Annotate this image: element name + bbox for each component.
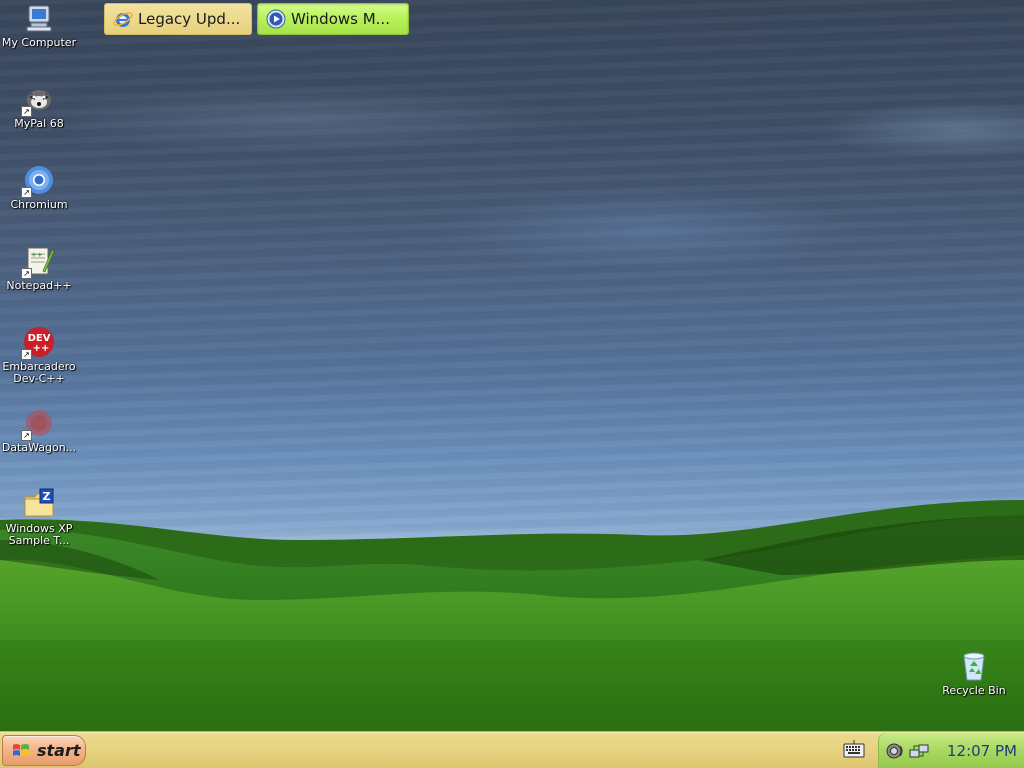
taskbar: start: [0, 731, 1024, 768]
dev-cpp-icon: DEV ++ ↗: [21, 326, 55, 360]
wallpaper-hills: [0, 500, 1024, 731]
icon-label: Embarcadero Dev-C++: [2, 360, 76, 385]
taskbar-button-windows-media-player[interactable]: Windows M...: [257, 3, 409, 35]
desktop-icon-dev-cpp[interactable]: DEV ++ ↗ Embarcadero Dev-C++: [0, 326, 78, 385]
desktop-icon-datawagon[interactable]: ↗ DataWagon...: [0, 407, 78, 454]
my-computer-icon: [23, 2, 55, 34]
datawagon-icon: ↗: [21, 407, 55, 441]
desktop-icon-my-computer[interactable]: My Computer: [0, 2, 78, 49]
clock[interactable]: 12:07 PM: [947, 742, 1017, 760]
icon-label: Chromium: [10, 198, 68, 211]
volume-icon[interactable]: [885, 741, 905, 761]
recycle-bin-icon: [958, 650, 990, 682]
desktop-icon-chromium[interactable]: ↗ Chromium: [0, 164, 78, 211]
icon-label: My Computer: [1, 36, 77, 49]
desktop-icon-notepad-plus-plus[interactable]: ++ ↗ Notepad++: [0, 245, 78, 292]
icon-label: MyPal 68: [14, 117, 64, 130]
icon-label: Recycle Bin: [942, 684, 1006, 697]
zip-folder-icon: Z: [23, 488, 55, 520]
svg-text:Z: Z: [43, 490, 51, 503]
chromium-icon: ↗: [21, 164, 55, 198]
start-button[interactable]: start: [2, 735, 86, 766]
start-label: start: [37, 741, 81, 760]
windows-media-player-icon: [266, 9, 286, 29]
taskbar-button-label: Legacy Upd...: [138, 10, 241, 28]
icon-label: Notepad++: [6, 279, 72, 292]
icon-label: DataWagon...: [1, 441, 77, 454]
svg-text:++: ++: [31, 251, 43, 259]
taskbar-button-legacy-update[interactable]: Legacy Upd...: [104, 3, 252, 35]
desktop-icon-recycle-bin[interactable]: Recycle Bin: [935, 650, 1013, 697]
shortcut-arrow-icon: ↗: [21, 268, 32, 279]
network-icon[interactable]: [909, 741, 929, 761]
system-tray: 12:07 PM: [878, 733, 1024, 768]
mypal-icon: ↗: [21, 83, 55, 117]
shortcut-arrow-icon: ↗: [21, 106, 32, 117]
windows-flag-icon: [13, 743, 29, 756]
icon-label: Windows XP Sample T...: [5, 522, 73, 547]
desktop-wallpaper: My Computer ↗ MyPal 68 ↗ Chromium ++ ↗ N…: [0, 0, 1024, 731]
shortcut-arrow-icon: ↗: [21, 349, 32, 360]
shortcut-arrow-icon: ↗: [21, 187, 32, 198]
keyboard-language-icon[interactable]: [843, 739, 865, 759]
desktop-icon-mypal[interactable]: ↗ MyPal 68: [0, 83, 78, 130]
shortcut-arrow-icon: ↗: [21, 430, 32, 441]
taskbar-button-label: Windows M...: [291, 10, 390, 28]
notepad-plus-plus-icon: ++ ↗: [21, 245, 55, 279]
svg-text:++: ++: [33, 343, 50, 354]
desktop-icon-zip-folder[interactable]: Z Windows XP Sample T...: [0, 488, 78, 547]
internet-explorer-icon: [113, 12, 133, 27]
